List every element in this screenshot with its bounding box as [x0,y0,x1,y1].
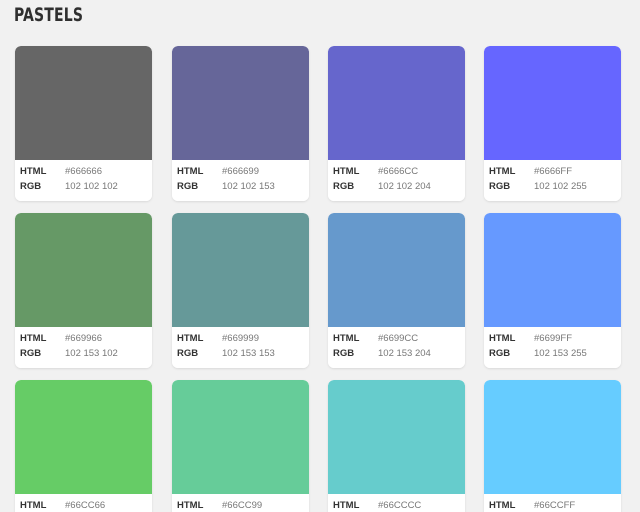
color-info: HTML#66CC66RGB [15,494,152,512]
rgb-value: 102 153 102 [65,348,118,359]
rgb-label: RGB [20,348,42,359]
color-info: HTML#66CC99RGB [172,494,309,512]
rgb-label: RGB [333,348,355,359]
color-swatch[interactable] [484,380,621,494]
page: PASTELS HTML #666666 RGB 102 102 102 HTML #66… [0,0,640,512]
color-grid: HTML #666666 RGB 102 102 102 HTML #666699 RGB 1… [0,0,640,512]
rgb-value: 102 153 204 [378,348,431,359]
color-card[interactable]: HTML #669999 RGB 102 153 153 [172,213,309,368]
rgb-value: 102 102 153 [222,181,275,192]
color-swatch[interactable] [15,46,152,160]
rgb-label: RGB [20,181,42,192]
html-hex-value: #66CC99 [222,500,263,511]
color-swatch[interactable] [328,213,465,327]
color-card[interactable]: HTML #6666CC RGB 102 102 204 [328,46,465,201]
color-info: HTML #666666 RGB 102 102 102 [15,160,152,201]
html-label: HTML [333,500,360,511]
color-info: HTML #6666FF RGB 102 102 255 [484,160,621,201]
color-card[interactable]: HTML#66CCFFRGB [484,380,621,512]
color-swatch[interactable] [15,380,152,494]
html-label: HTML [489,333,516,344]
html-label: HTML [333,166,360,177]
html-hex-value: #66CCFF [534,500,576,511]
color-swatch[interactable] [15,213,152,327]
color-info: HTML #6666CC RGB 102 102 204 [328,160,465,201]
html-hex-value: #6699CC [378,333,419,344]
rgb-label: RGB [177,348,199,359]
rgb-label: RGB [489,181,511,192]
color-card[interactable]: HTML #666666 RGB 102 102 102 [15,46,152,201]
html-label: HTML [333,333,360,344]
color-swatch[interactable] [172,213,309,327]
html-label: HTML [489,500,516,511]
html-hex-value: #66CCCC [378,500,422,511]
rgb-value: 102 102 204 [378,181,431,192]
rgb-label: RGB [177,181,199,192]
color-swatch[interactable] [484,46,621,160]
html-label: HTML [177,500,204,511]
html-hex-value: #669999 [222,333,259,344]
color-info: HTML #6699FF RGB 102 153 255 [484,327,621,368]
html-hex-value: #6666CC [378,166,419,177]
color-swatch[interactable] [484,213,621,327]
color-card[interactable]: HTML #6699FF RGB 102 153 255 [484,213,621,368]
html-label: HTML [20,166,47,177]
color-info: HTML #6699CC RGB 102 153 204 [328,327,465,368]
html-hex-value: #666666 [65,166,102,177]
color-card[interactable]: HTML#66CC66RGB [15,380,152,512]
rgb-value: 102 102 255 [534,181,587,192]
html-hex-value: #6699FF [534,333,573,344]
color-card[interactable]: HTML #666699 RGB 102 102 153 [172,46,309,201]
color-info: HTML#66CCFFRGB [484,494,621,512]
color-swatch[interactable] [172,46,309,160]
rgb-value: 102 153 153 [222,348,275,359]
html-hex-value: #66CC66 [65,500,106,511]
rgb-value: 102 153 255 [534,348,587,359]
color-swatch[interactable] [328,46,465,160]
html-hex-value: #6666FF [534,166,573,177]
color-swatch[interactable] [172,380,309,494]
html-label: HTML [20,333,47,344]
html-label: HTML [20,500,47,511]
color-card[interactable]: HTML #6666FF RGB 102 102 255 [484,46,621,201]
color-info: HTML #669966 RGB 102 153 102 [15,327,152,368]
color-info: HTML#66CCCCRGB [328,494,465,512]
html-label: HTML [177,333,204,344]
color-card[interactable]: HTML #669966 RGB 102 153 102 [15,213,152,368]
color-info: HTML #666699 RGB 102 102 153 [172,160,309,201]
html-hex-value: #666699 [222,166,259,177]
color-swatch[interactable] [328,380,465,494]
color-card[interactable]: HTML#66CC99RGB [172,380,309,512]
rgb-value: 102 102 102 [65,181,118,192]
rgb-label: RGB [489,348,511,359]
color-card[interactable]: HTML#66CCCCRGB [328,380,465,512]
html-hex-value: #669966 [65,333,102,344]
color-card[interactable]: HTML #6699CC RGB 102 153 204 [328,213,465,368]
color-info: HTML #669999 RGB 102 153 153 [172,327,309,368]
html-label: HTML [177,166,204,177]
html-label: HTML [489,166,516,177]
rgb-label: RGB [333,181,355,192]
